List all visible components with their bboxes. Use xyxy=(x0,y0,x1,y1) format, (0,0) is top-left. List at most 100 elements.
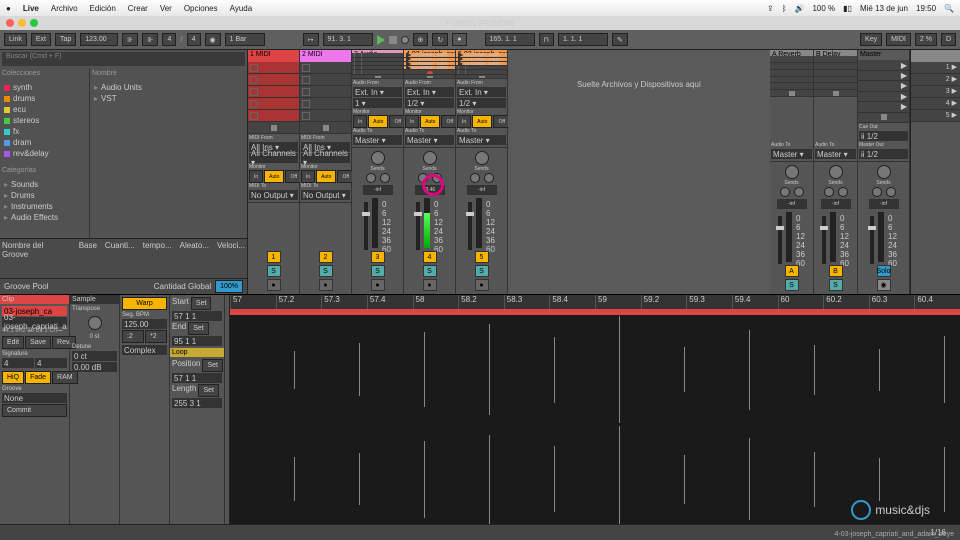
volume-fader[interactable] xyxy=(870,216,874,264)
solo-button[interactable]: S xyxy=(829,279,843,291)
scene-launch[interactable]: 3 ▶ xyxy=(911,86,960,98)
scene-slot[interactable]: ▶ xyxy=(858,71,909,81)
position-display[interactable]: 91. 3. 1 xyxy=(323,33,373,46)
detune-field[interactable]: 0 ct xyxy=(72,351,117,361)
close-window-button[interactable] xyxy=(6,19,14,27)
category-item[interactable]: ▸Audio Effects xyxy=(2,212,87,223)
send-a-knob[interactable] xyxy=(872,187,882,197)
stop-clip-button[interactable] xyxy=(248,122,299,134)
arm-button[interactable]: ● xyxy=(319,279,333,291)
scene-slot[interactable] xyxy=(770,83,813,90)
clip-slot[interactable] xyxy=(300,62,351,74)
plugin-folder[interactable]: ▸VST xyxy=(92,93,245,104)
spotlight-icon[interactable]: 🔍 xyxy=(944,4,954,13)
pos-field[interactable]: 57 1 1 xyxy=(172,373,222,383)
search-input[interactable]: Buscar (Cmd + F) xyxy=(2,52,245,66)
category-item[interactable]: ▸Sounds xyxy=(2,179,87,190)
edit-button[interactable]: Edit xyxy=(2,336,24,349)
menubar-date[interactable]: Mié 13 de jun xyxy=(860,4,908,13)
follow-button[interactable]: ↦ xyxy=(303,33,319,46)
drop-area[interactable]: Suelte Archivos y Dispositivos aquí xyxy=(508,50,770,294)
menu-ver[interactable]: Ver xyxy=(160,4,172,13)
collection-item[interactable]: drums xyxy=(2,93,87,104)
arm-button[interactable]: ● xyxy=(423,279,437,291)
menubar-time[interactable]: 19:50 xyxy=(916,4,936,13)
app-name[interactable]: Live xyxy=(23,4,39,13)
volume-fader[interactable] xyxy=(822,216,826,264)
clip-slot[interactable] xyxy=(248,86,299,98)
waveform-display[interactable]: 5757.257.357.45858.258.358.45959.259.359… xyxy=(230,295,960,534)
clip-slot[interactable] xyxy=(300,86,351,98)
wifi-icon[interactable]: ⇪ xyxy=(767,4,774,13)
minimize-window-button[interactable] xyxy=(18,19,26,27)
pencil-button[interactable]: ✎ xyxy=(612,33,628,46)
save-button[interactable]: Save xyxy=(25,336,51,349)
stop-button[interactable] xyxy=(389,36,397,44)
volume-fader[interactable] xyxy=(416,202,420,250)
half-tempo[interactable]: :2 xyxy=(122,330,144,343)
scene-slot[interactable]: ▶ xyxy=(858,92,909,102)
track-activator[interactable]: 1 xyxy=(267,251,281,263)
scene-launch[interactable]: 2 ▶ xyxy=(911,74,960,86)
track-header[interactable]: 1 MIDI xyxy=(248,50,299,62)
play-button[interactable] xyxy=(377,35,385,45)
gain-field[interactable]: 0.00 dB xyxy=(72,362,117,372)
clip-slot[interactable] xyxy=(248,62,299,74)
send-b-knob[interactable] xyxy=(838,187,848,197)
sig-num-field[interactable]: 4 xyxy=(2,358,34,368)
scene-slot[interactable] xyxy=(770,77,813,84)
record-button[interactable] xyxy=(401,36,409,44)
groove-pool[interactable]: Groove Pool Cantidad Global 100% xyxy=(0,278,247,294)
stop-clip-button[interactable] xyxy=(300,122,351,134)
ext-button[interactable]: Ext xyxy=(31,33,51,46)
send-b-knob[interactable] xyxy=(484,173,494,183)
pan-knob[interactable] xyxy=(371,151,385,165)
bluetooth-icon[interactable]: ᛒ xyxy=(782,4,787,13)
warp-button[interactable]: Warp xyxy=(122,297,167,310)
send-a-knob[interactable] xyxy=(470,173,480,183)
send-b-knob[interactable] xyxy=(886,187,896,197)
scene-slot[interactable]: ▶ xyxy=(858,60,909,70)
stop-clip-button[interactable] xyxy=(858,113,909,123)
tempo-field[interactable]: 123.00 xyxy=(80,33,118,46)
track-activator[interactable]: B xyxy=(829,265,843,277)
scene-slot[interactable] xyxy=(814,63,857,70)
arm-button[interactable]: ● xyxy=(267,279,281,291)
pan-knob[interactable] xyxy=(829,165,843,179)
menu-edicion[interactable]: Edición xyxy=(90,4,116,13)
stop-clip-button[interactable] xyxy=(770,90,813,97)
clip-slot[interactable] xyxy=(300,98,351,110)
track-activator[interactable]: 3 xyxy=(371,251,385,263)
loop-length[interactable]: 1. 1. 1 xyxy=(558,33,608,46)
solo-button[interactable]: S xyxy=(267,265,281,277)
loop-header[interactable]: Loop xyxy=(170,348,224,357)
nudge-down[interactable]: ⊪ xyxy=(122,33,138,46)
stop-clip-button[interactable] xyxy=(814,90,857,97)
menu-opciones[interactable]: Opciones xyxy=(184,4,218,13)
quantize-menu[interactable]: 1 Bar xyxy=(225,33,265,46)
sig-den[interactable]: 4 xyxy=(187,33,201,46)
metronome-button[interactable]: ◉ xyxy=(205,33,221,46)
automation-arm[interactable]: ↻ xyxy=(432,33,448,46)
track-header[interactable]: Master xyxy=(858,50,909,60)
loop-switch[interactable]: ⊓ xyxy=(539,33,554,46)
commit-button[interactable]: Commit xyxy=(2,404,67,417)
solo-button[interactable]: S xyxy=(371,265,385,277)
solo-button[interactable]: S xyxy=(475,265,489,277)
pan-knob[interactable] xyxy=(423,151,437,165)
solo-button[interactable]: S xyxy=(423,265,437,277)
pos-set[interactable]: Set xyxy=(202,359,223,372)
collection-item[interactable]: ecu xyxy=(2,104,87,115)
category-item[interactable]: ▸Drums xyxy=(2,190,87,201)
send-a-knob[interactable] xyxy=(366,173,376,183)
pan-knob[interactable] xyxy=(785,165,799,179)
fade-button[interactable]: Fade xyxy=(25,371,51,384)
groove-select[interactable]: None xyxy=(2,393,67,403)
start-set[interactable]: Set xyxy=(191,297,212,310)
track-activator[interactable]: 2 xyxy=(319,251,333,263)
arm-button[interactable]: ● xyxy=(475,279,489,291)
send-a-knob[interactable] xyxy=(824,187,834,197)
length-field[interactable]: 255 3 1 xyxy=(172,398,222,408)
scene-slot[interactable] xyxy=(770,56,813,63)
volume-fader[interactable] xyxy=(778,216,782,264)
